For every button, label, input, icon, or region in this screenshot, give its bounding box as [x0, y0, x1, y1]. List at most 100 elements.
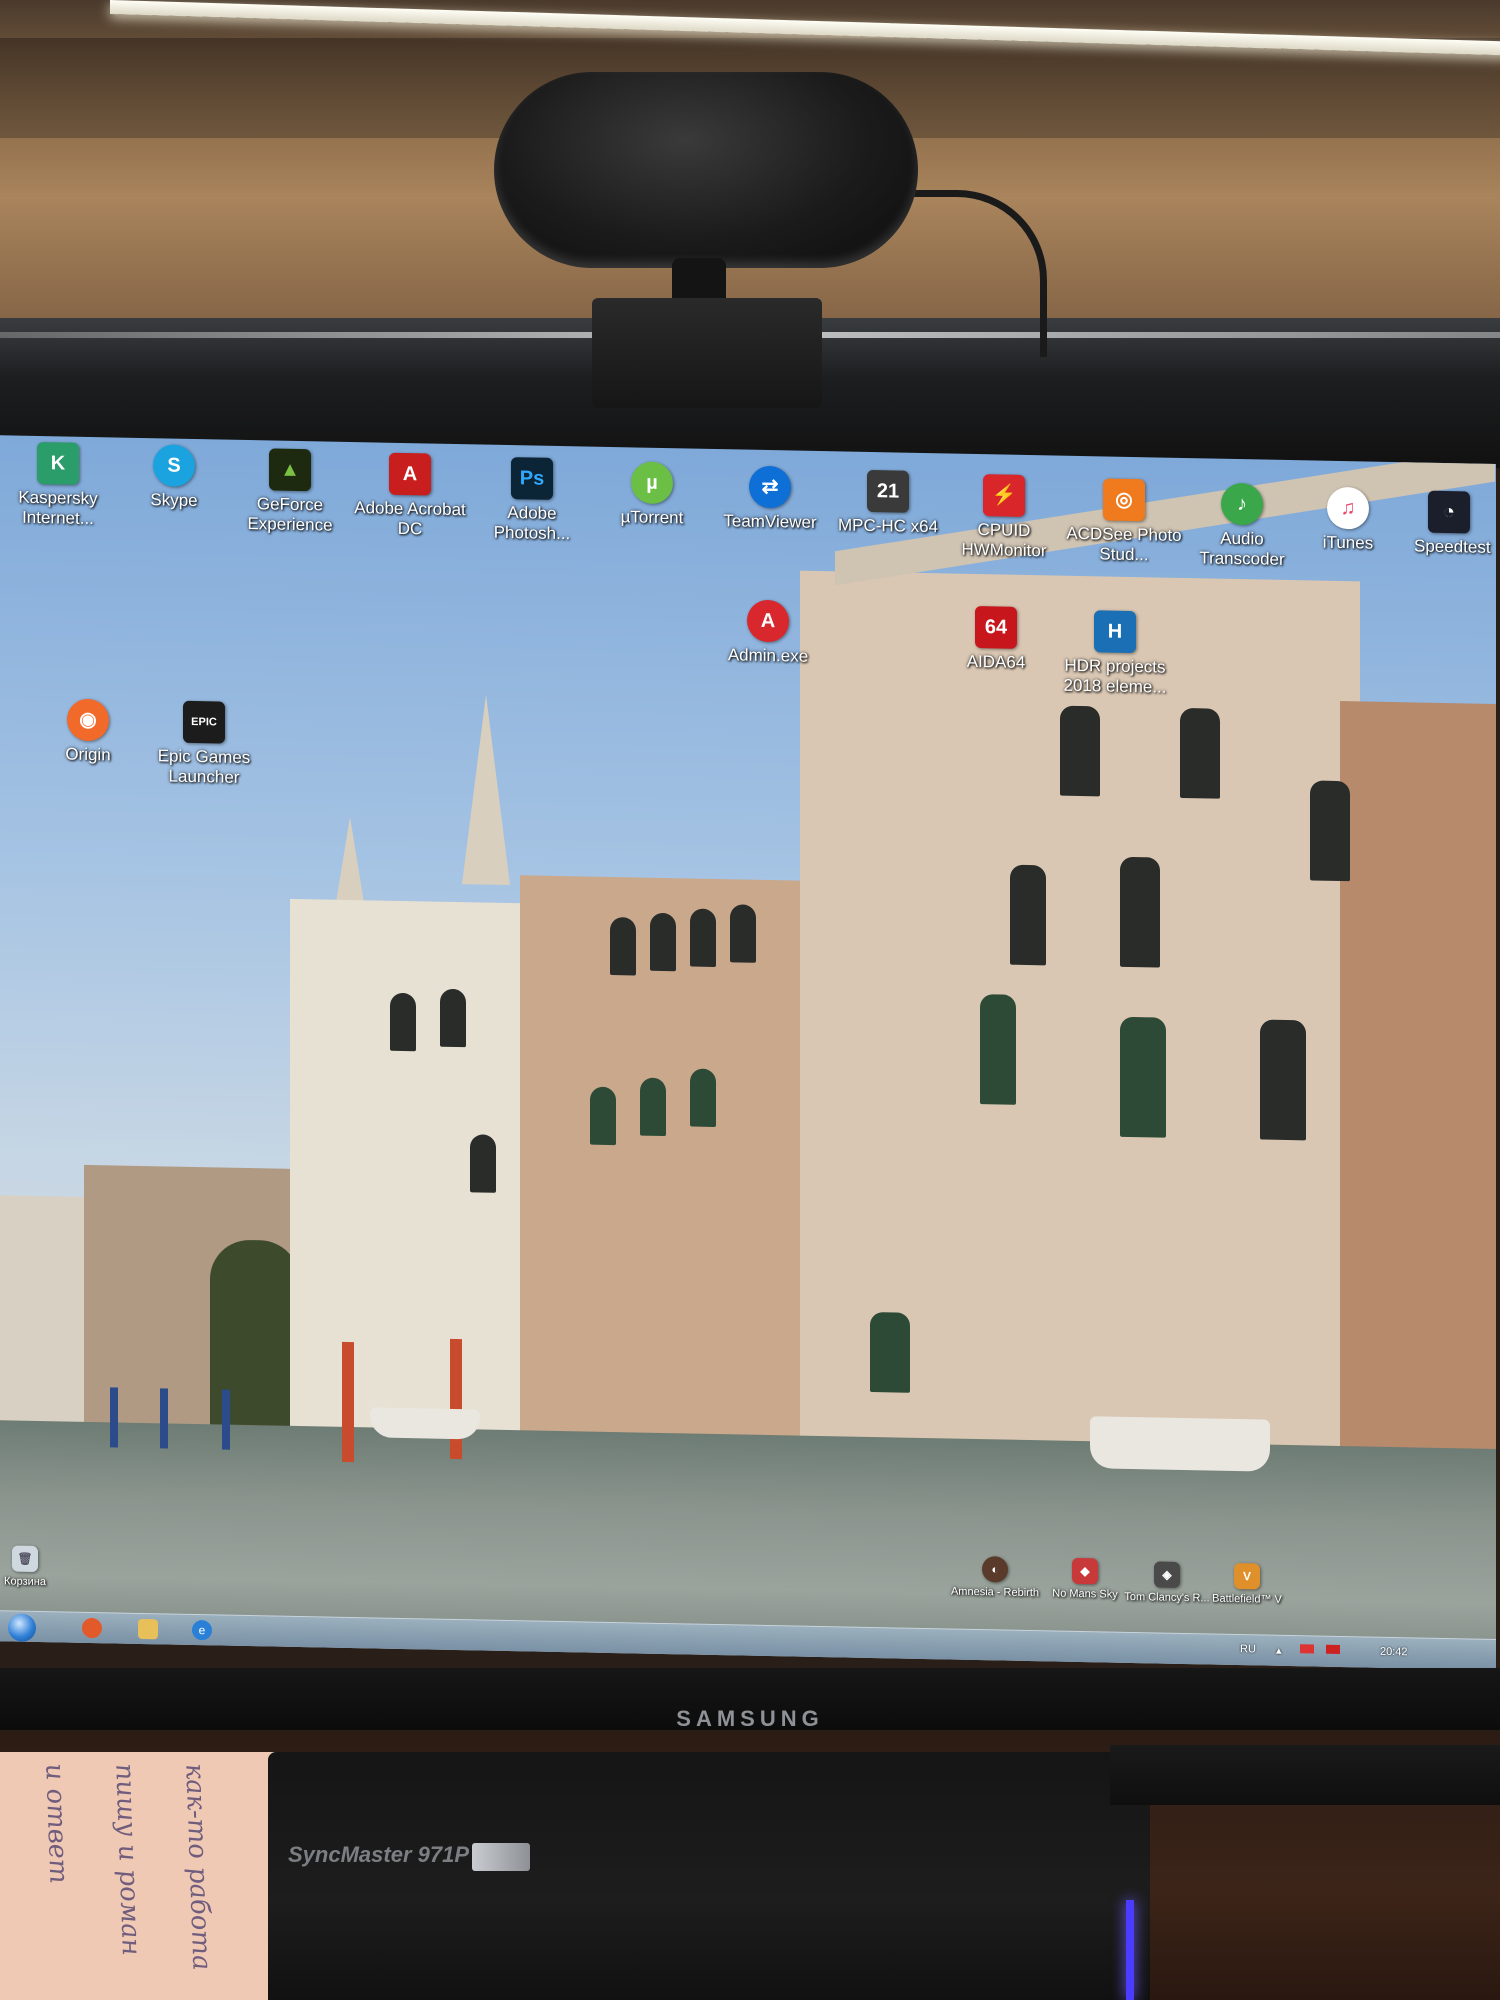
desktop-icon-admin-exe[interactable]: A Admin.exe — [710, 599, 826, 667]
desktop-icon-label: Adobe Acrobat DC — [354, 498, 466, 539]
desktop-icon-battlefield-v[interactable]: V Battlefield™ V — [1202, 1562, 1292, 1607]
wallpaper-window — [730, 904, 756, 963]
desktop-icon-itunes[interactable]: ♫ iTunes — [1290, 486, 1406, 554]
wallpaper-window — [470, 1134, 496, 1193]
handwritten-note: и ответ пишу и роман как-то работа — [0, 1752, 291, 2000]
wallpaper-window — [650, 912, 676, 972]
desktop-icon-utorrent[interactable]: µ µTorrent — [594, 461, 710, 529]
mpc-hc-icon: 21 — [867, 469, 909, 513]
photoshop-icon: Ps — [511, 457, 553, 500]
desktop-icon-kaspersky[interactable]: K Kaspersky Internet... — [0, 441, 116, 529]
teamviewer-icon: ⇄ — [749, 465, 791, 509]
desktop-icon-speedtest[interactable]: ◔ Speedtest — [1414, 490, 1496, 558]
desktop-icon-label: ACDSee Photo Stud... — [1066, 523, 1182, 565]
aida64-icon: 64 — [975, 605, 1017, 649]
wallpaper-window — [1310, 780, 1350, 882]
desktop-icon-amnesia[interactable]: ◐ Amnesia - Rebirth — [950, 1556, 1040, 1601]
hwmonitor-icon: ⚡ — [983, 474, 1025, 517]
explorer-icon[interactable] — [138, 1618, 158, 1640]
desktop-icon-label: Amnesia - Rebirth — [950, 1585, 1040, 1600]
kaspersky-icon: K — [37, 441, 79, 485]
tray-expand-icon[interactable]: ▴ — [1276, 1644, 1282, 1657]
language-indicator[interactable]: RU — [1240, 1643, 1256, 1655]
desktop-icon-hdr-projects[interactable]: H HDR projects 2018 eleme... — [1050, 609, 1180, 697]
desktop-icon-acdsee[interactable]: ◎ ACDSee Photo Stud... — [1066, 478, 1182, 566]
acrobat-icon: A — [389, 452, 431, 496]
wallpaper-mooring-pole — [342, 1341, 354, 1463]
desktop-icon-aida64[interactable]: 64 AIDA64 — [938, 605, 1054, 673]
desktop-icon-recycle-bin[interactable]: 🗑 Корзина — [0, 1545, 70, 1590]
desktop-icon-label: Speedtest — [1414, 536, 1491, 557]
wallpaper-building-right — [1340, 701, 1496, 1475]
flag-icon — [1300, 1644, 1314, 1654]
handwriting-line: как-то работа — [179, 1762, 217, 1972]
desktop-icon-cpuid-hwmonitor[interactable]: ⚡ CPUID HWMonitor — [946, 473, 1062, 561]
desktop-icon-label: Корзина — [4, 1575, 46, 1589]
desktop-icon-mpc-hc[interactable]: 21 MPC-HC x64 — [830, 469, 946, 537]
desktop-icon-label: Epic Games Launcher — [157, 746, 251, 787]
stand-badge — [472, 1843, 530, 1871]
wallpaper-window — [1010, 864, 1046, 966]
wallpaper-window — [690, 1068, 716, 1128]
epic-games-icon: EPIC — [183, 700, 225, 744]
desktop-icon-label: Kaspersky Internet... — [18, 487, 98, 529]
desktop-icon-epic-games[interactable]: EPIC Epic Games Launcher — [146, 700, 262, 788]
desktop-icon-label: GeForce Experience — [247, 494, 333, 535]
handwriting-line: пишу и роман — [109, 1762, 147, 1958]
desktop-icon-label: Audio Transcoder — [1199, 528, 1285, 569]
network-icon[interactable] — [1326, 1644, 1340, 1655]
desktop-icon-label: Tom Clancy's R... — [1124, 1590, 1210, 1605]
desktop-icon-label: TeamViewer — [723, 511, 817, 532]
desktop-icon-no-mans-sky[interactable]: ◆ No Mans Sky — [1040, 1557, 1130, 1602]
wallpaper-mooring-pole — [110, 1387, 118, 1448]
wallpaper-palazzo-white — [290, 898, 540, 1439]
wallpaper-window — [1120, 856, 1160, 968]
desktop-icon-adobe-photoshop[interactable]: Ps Adobe Photosh... — [474, 456, 590, 544]
speedtest-icon: ◔ — [1428, 490, 1470, 534]
desktop-icon-geforce-experience[interactable]: ▲ GeForce Experience — [232, 448, 348, 536]
desktop-icon-label: Battlefield™ V — [1212, 1592, 1282, 1606]
start-button[interactable] — [8, 1613, 36, 1642]
wallpaper-door — [870, 1311, 910, 1393]
wallpaper-window — [610, 916, 636, 976]
audio-transcoder-icon: ♪ — [1221, 482, 1263, 526]
wallpaper-window — [980, 994, 1016, 1105]
desktop-icon-audio-transcoder[interactable]: ♪ Audio Transcoder — [1184, 482, 1300, 570]
wallpaper-mooring-pole — [450, 1338, 462, 1460]
desktop-icon-label: No Mans Sky — [1052, 1587, 1118, 1601]
desktop-icon-origin[interactable]: ◉ Origin — [30, 698, 146, 766]
recycle-bin-icon: 🗑 — [12, 1545, 38, 1573]
desktop-icon-label: Admin.exe — [727, 645, 809, 666]
webcam — [494, 72, 918, 268]
speaker — [1110, 1745, 1500, 1805]
clock[interactable]: 20:42 — [1380, 1646, 1408, 1659]
wallpaper-window — [1120, 1016, 1166, 1138]
skype-icon: S — [153, 444, 195, 488]
desktop-icon-label: CPUID HWMonitor — [961, 520, 1047, 561]
acdsee-icon: ◎ — [1103, 478, 1145, 522]
desktop-icon-teamviewer[interactable]: ⇄ TeamViewer — [712, 465, 828, 533]
blue-led — [1126, 1900, 1134, 2000]
wallpaper-window — [1060, 705, 1100, 797]
geforce-icon: ▲ — [269, 448, 311, 492]
desktop-icon-rainbow-six[interactable]: ◈ Tom Clancy's R... — [1122, 1561, 1212, 1606]
handwriting-line: и ответ — [39, 1762, 74, 1885]
webcam-clip — [592, 298, 822, 408]
samsung-logo: SAMSUNG — [676, 1706, 824, 1731]
admin-exe-icon: A — [747, 599, 789, 643]
wallpaper-building — [0, 1195, 96, 1428]
chrome-icon[interactable] — [82, 1617, 102, 1639]
no-mans-sky-icon: ◆ — [1072, 1557, 1098, 1585]
internet-explorer-icon[interactable]: e — [192, 1619, 212, 1641]
desktop-icon-label: AIDA64 — [966, 651, 1026, 672]
wallpaper-window — [690, 908, 716, 968]
wallpaper-window — [1180, 707, 1220, 799]
desktop-icon-skype[interactable]: S Skype — [116, 444, 232, 512]
desktop-icon-adobe-acrobat[interactable]: A Adobe Acrobat DC — [352, 452, 468, 540]
wallpaper-spire — [462, 694, 510, 886]
wallpaper-boat — [1090, 1416, 1270, 1472]
wallpaper-palazzo-brick — [520, 875, 840, 1445]
rainbow-six-icon: ◈ — [1154, 1561, 1180, 1588]
wallpaper-window — [440, 988, 466, 1048]
desktop-icon-label: µTorrent — [620, 507, 684, 528]
